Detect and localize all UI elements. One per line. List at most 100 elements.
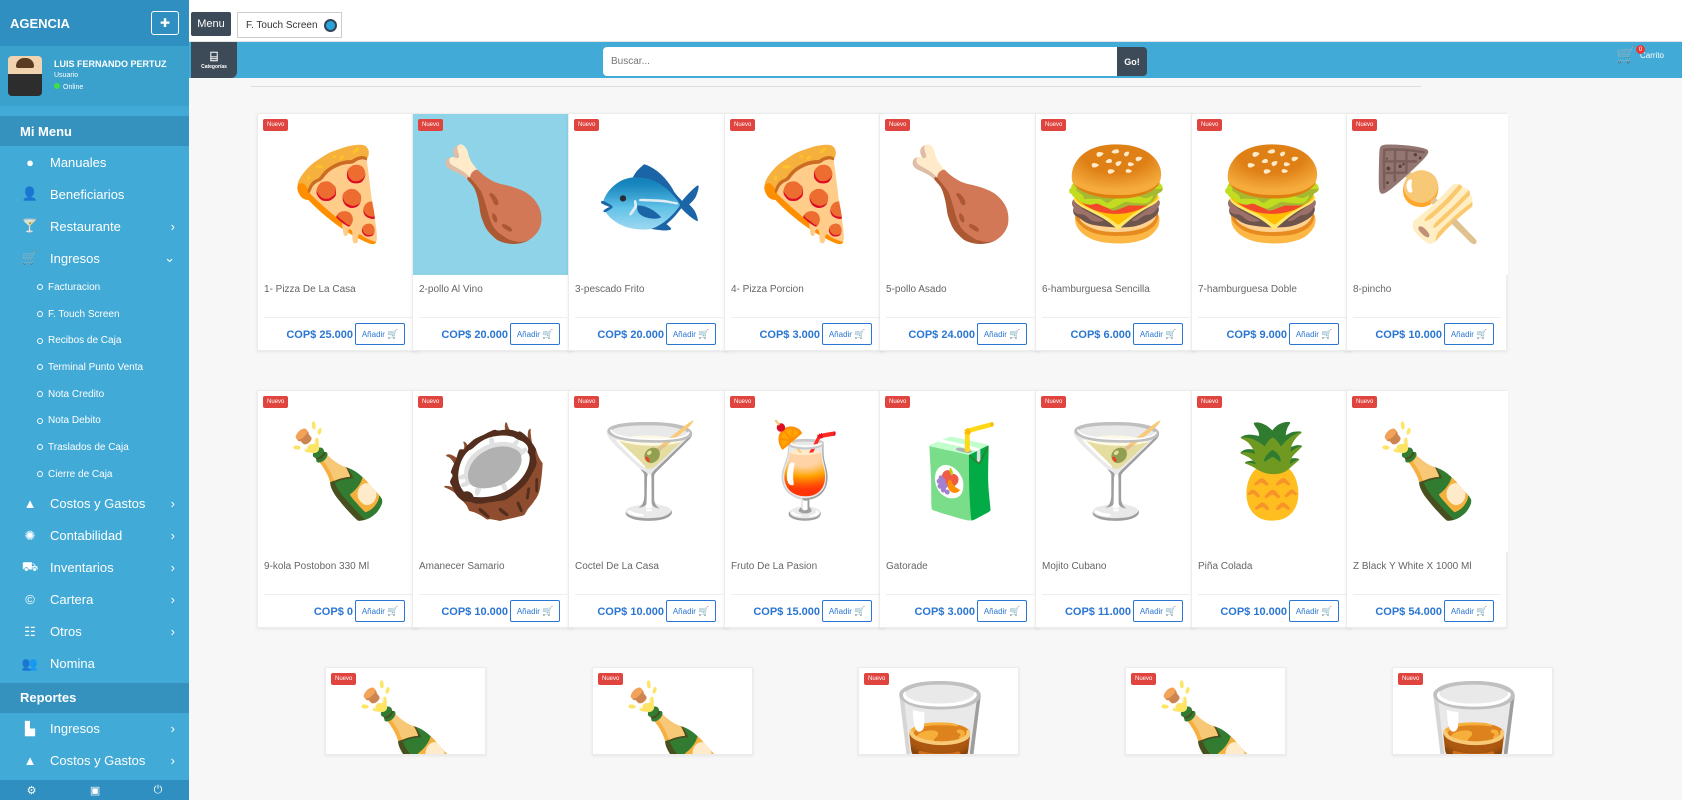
sidebar-item-otros[interactable]: ☷ Otros › xyxy=(0,616,189,648)
categories-button[interactable]: ⌸ Categorías xyxy=(191,42,237,78)
product-card[interactable]: 🍗 Nuevo 2-pollo Al Vino COP$ 20.000 Añadir 🛒 xyxy=(412,113,574,351)
add-to-cart-button[interactable]: Añadir 🛒 xyxy=(1289,323,1339,345)
product-card[interactable]: 🍸 Nuevo Coctel De La Casa COP$ 10.000 Añadir… xyxy=(568,390,730,628)
product-image[interactable]: 🍍 xyxy=(1192,391,1353,552)
close-tab-icon[interactable] xyxy=(323,18,337,32)
product-name: Z Black Y White X 1000 Ml xyxy=(1353,561,1472,572)
product-card[interactable]: 🥥 Nuevo Amanecer Samario COP$ 10.000 Añadir 🛒 xyxy=(412,390,574,628)
product-card[interactable]: 🍾 Nuevo xyxy=(592,667,753,755)
product-image[interactable]: 🍔 xyxy=(1036,114,1197,275)
product-image[interactable]: 🧃 xyxy=(880,391,1041,552)
product-image[interactable]: 🍾 xyxy=(1347,391,1508,552)
product-card[interactable]: 🐟 Nuevo 3-pescado Frito COP$ 20.000 Añadir 🛒 xyxy=(568,113,730,351)
sidebar-subitem[interactable]: F. Touch Screen xyxy=(0,301,189,328)
dolly-icon: ⛟ xyxy=(21,558,39,574)
cart-icon: 🛒 xyxy=(697,328,710,339)
add-to-cart-button[interactable]: Añadir 🛒 xyxy=(1133,600,1183,622)
add-label: Añadir xyxy=(828,329,852,339)
add-to-cart-button[interactable]: Añadir 🛒 xyxy=(510,600,560,622)
product-card[interactable]: 🍢 Nuevo 8-pincho COP$ 10.000 Añadir 🛒 xyxy=(1346,113,1508,351)
product-image[interactable]: 🍹 xyxy=(725,391,886,552)
product-image[interactable]: 🍾 xyxy=(258,391,419,552)
product-image[interactable]: 🍕 xyxy=(725,114,886,275)
add-to-cart-button[interactable]: Añadir 🛒 xyxy=(822,600,872,622)
add-label: Añadir xyxy=(1295,329,1319,339)
sidebar-subitem[interactable]: Traslados de Caja xyxy=(0,434,189,461)
product-card[interactable]: 🥃 Nuevo xyxy=(858,667,1019,755)
product-image[interactable]: 🍔 xyxy=(1192,114,1353,275)
product-card[interactable]: 🍔 Nuevo 6-hamburguesa Sencilla COP$ 6.000 Añ… xyxy=(1035,113,1197,351)
new-badge: Nuevo xyxy=(574,396,600,408)
add-to-cart-button[interactable]: Añadir 🛒 xyxy=(1289,600,1339,622)
sidebar-item-label: Costos y Gastos xyxy=(50,496,146,511)
sidebar-item-nomina[interactable]: 👥 Nomina xyxy=(0,648,189,680)
tab-touch-screen[interactable]: F. Touch Screen xyxy=(237,12,342,38)
sidebar-item-beneficiarios[interactable]: 👤 Beneficiarios xyxy=(0,178,189,210)
cart-icon: 🛒 xyxy=(386,328,399,339)
go-button[interactable]: Go! xyxy=(1117,47,1147,76)
product-image[interactable]: 🍗 xyxy=(880,114,1041,275)
sidebar-item-cartera[interactable]: © Cartera › xyxy=(0,584,189,616)
add-to-cart-button[interactable]: Añadir 🛒 xyxy=(666,323,716,345)
add-label: Añadir xyxy=(361,606,385,616)
sidebar-subitem[interactable]: Terminal Punto Venta xyxy=(0,354,189,381)
sidebar-item-ingresos[interactable]: 🛒 Ingresos ⌄ xyxy=(0,242,189,274)
add-to-cart-button[interactable]: Añadir 🛒 xyxy=(355,600,405,622)
power-icon[interactable]: ⏻ xyxy=(154,784,163,797)
add-to-cart-button[interactable]: Añadir 🛒 xyxy=(355,323,405,345)
product-card[interactable]: 🍍 Nuevo Piña Colada COP$ 10.000 Añadir 🛒 xyxy=(1191,390,1353,628)
product-image[interactable]: 🍸 xyxy=(569,391,730,552)
product-card[interactable]: 🍾 Nuevo 9-kola Postobon 330 Ml COP$ 0 Añadir… xyxy=(257,390,419,628)
product-image[interactable]: 🍸 xyxy=(1036,391,1197,552)
product-card[interactable]: 🍾 Nuevo Z Black Y White X 1000 Ml COP$ 54.0… xyxy=(1346,390,1508,628)
product-card[interactable]: 🍹 Nuevo Fruto De La Pasion COP$ 15.000 Añadi… xyxy=(724,390,886,628)
reports-header: Reportes xyxy=(0,682,189,713)
online-dot-icon xyxy=(54,83,60,89)
product-card[interactable]: 🍕 Nuevo 1- Pizza De La Casa COP$ 25.000 Añad… xyxy=(257,113,419,351)
sidebar-item-manuales[interactable]: ● Manuales xyxy=(0,146,189,178)
sidebar-subitem[interactable]: Cierre de Caja xyxy=(0,461,189,488)
pin-icon[interactable]: ✚ xyxy=(151,11,179,35)
product-image[interactable]: 🍗 xyxy=(413,114,574,275)
add-to-cart-button[interactable]: Añadir 🛒 xyxy=(1133,323,1183,345)
sidebar-subitem[interactable]: Nota Debito xyxy=(0,407,189,434)
sidebar-item-contabilidad[interactable]: ✺ Contabilidad › xyxy=(0,520,189,552)
product-card[interactable]: 🥃 Nuevo xyxy=(1392,667,1553,755)
sidebar-item-costos-y-gastos[interactable]: ▲ Costos y Gastos › xyxy=(0,745,189,777)
tab-menu[interactable]: Menu xyxy=(191,12,231,36)
sidebar-item-inventarios[interactable]: ⛟ Inventarios › xyxy=(0,552,189,584)
product-card[interactable]: 🍾 Nuevo xyxy=(1125,667,1286,755)
product-card[interactable]: 🍔 Nuevo 7-hamburguesa Doble COP$ 9.000 Añadi… xyxy=(1191,113,1353,351)
search-input[interactable] xyxy=(603,47,1117,76)
settings-icon[interactable]: ⚙ xyxy=(27,784,37,797)
product-card[interactable]: 🧃 Nuevo Gatorade COP$ 3.000 Añadir 🛒 xyxy=(879,390,1041,628)
sidebar-item-restaurante[interactable]: 🍸 Restaurante › xyxy=(0,210,189,242)
product-name: 9-kola Postobon 330 Ml xyxy=(264,561,370,572)
product-image[interactable]: 🐟 xyxy=(569,114,730,275)
sidebar-subitem[interactable]: Recibos de Caja xyxy=(0,327,189,354)
mail-icon[interactable]: ▣ xyxy=(90,784,100,797)
sidebar-subitem[interactable]: Nota Credito xyxy=(0,381,189,408)
add-to-cart-button[interactable]: Añadir 🛒 xyxy=(977,323,1027,345)
product-name: Coctel De La Casa xyxy=(575,561,659,572)
cart-button[interactable]: 🛒 0 Carrito xyxy=(1616,45,1664,65)
add-to-cart-button[interactable]: Añadir 🛒 xyxy=(666,600,716,622)
new-badge: Nuevo xyxy=(885,119,911,131)
product-card[interactable]: 🍗 Nuevo 5-pollo Asado COP$ 24.000 Añadir 🛒 xyxy=(879,113,1041,351)
add-to-cart-button[interactable]: Añadir 🛒 xyxy=(1444,600,1494,622)
sidebar-subitem[interactable]: Facturacion xyxy=(0,274,189,301)
sidebar-item-costos-y-gastos[interactable]: ▲ Costos y Gastos › xyxy=(0,488,189,520)
product-price: COP$ 10.000 xyxy=(597,606,664,618)
product-card[interactable]: 🍸 Nuevo Mojito Cubano COP$ 11.000 Añadir 🛒 xyxy=(1035,390,1197,628)
product-image[interactable]: 🍢 xyxy=(1347,114,1508,275)
product-card[interactable]: 🍕 Nuevo 4- Pizza Porcion COP$ 3.000 Añadir 🛒 xyxy=(724,113,886,351)
product-image[interactable]: 🍕 xyxy=(258,114,419,275)
sidebar-item-ingresos[interactable]: ▙ Ingresos › xyxy=(0,713,189,745)
chevron-right-icon: › xyxy=(170,753,175,768)
add-to-cart-button[interactable]: Añadir 🛒 xyxy=(977,600,1027,622)
add-to-cart-button[interactable]: Añadir 🛒 xyxy=(510,323,560,345)
add-to-cart-button[interactable]: Añadir 🛒 xyxy=(1444,323,1494,345)
add-to-cart-button[interactable]: Añadir 🛒 xyxy=(822,323,872,345)
product-image[interactable]: 🥥 xyxy=(413,391,574,552)
product-card[interactable]: 🍾 Nuevo xyxy=(325,667,486,755)
